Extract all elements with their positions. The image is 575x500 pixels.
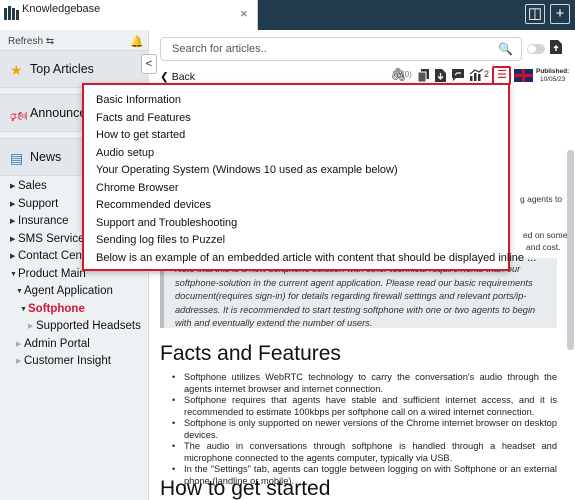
toc-item-support-and-troubleshooting[interactable]: Support and Troubleshooting: [96, 217, 237, 229]
back-link[interactable]: ❮ Back: [160, 71, 195, 83]
tree-item-admin-portal[interactable]: ▶ Admin Portal: [4, 338, 149, 356]
published-info: Published: 10/05/23: [536, 68, 569, 84]
caret-down-icon: ▼: [10, 270, 17, 278]
tree-label: Customer Insight: [24, 355, 111, 367]
toc-item-basic-information[interactable]: Basic Information: [96, 94, 181, 106]
layout-button[interactable]: ◫: [525, 4, 545, 24]
bell-icon[interactable]: 🔔: [130, 35, 144, 48]
toggle-switch[interactable]: [527, 44, 545, 54]
attachment-count: (0): [402, 70, 412, 79]
tree-label: Agent Application: [24, 285, 113, 297]
collapse-sidebar-button[interactable]: <: [141, 54, 157, 74]
partial-text-2: ed on some: [523, 230, 568, 240]
list-item: Softphone is only supported on newer ver…: [172, 418, 557, 441]
caret-right-icon: ▶: [10, 235, 16, 243]
partial-text-3: and cost.: [526, 242, 561, 252]
add-button[interactable]: +: [550, 4, 570, 24]
toc-item-operating-system[interactable]: Your Operating System (Windows 10 used a…: [96, 164, 398, 176]
list-icon: ☰: [497, 69, 507, 81]
toc-item-embedded-article[interactable]: Below is an example of an embedded artic…: [96, 252, 536, 264]
newspaper-icon: ▤: [10, 150, 24, 166]
language-flag-icon[interactable]: [514, 69, 533, 82]
partial-text-1: g agents to: [520, 194, 563, 204]
caret-right-icon: ▶: [10, 218, 16, 225]
refresh-button[interactable]: Refresh ⇆: [8, 36, 54, 47]
caret-right-icon: ▶: [10, 253, 16, 260]
caret-right-icon: ▶: [10, 200, 16, 208]
star-icon: ★: [10, 62, 23, 78]
knowledgebase-icon: [4, 6, 19, 20]
note-text: Note that this is a new softphone soluti…: [175, 264, 536, 328]
caret-right-icon: ▶: [16, 340, 22, 348]
toc-item-sending-log-files[interactable]: Sending log files to Puzzel: [96, 234, 225, 246]
tree-item-customer-insight[interactable]: ▶ Customer Insight: [4, 355, 149, 373]
tree-label: Insurance: [18, 215, 69, 227]
toc-item-chrome-browser[interactable]: Chrome Browser: [96, 182, 179, 194]
tab-knowledgebase[interactable]: Knowledgebase ×: [0, 0, 258, 30]
heading-how-to-get-started: How to get started: [160, 477, 331, 500]
caret-down-icon: ▼: [20, 305, 27, 313]
caret-right-icon: ▶: [10, 183, 16, 190]
tree-label: Admin Portal: [24, 337, 90, 350]
nav-label: News: [30, 150, 62, 164]
caret-right-icon: ▶: [16, 358, 22, 365]
comment-icon[interactable]: [452, 69, 464, 81]
published-date: 10/05/23: [539, 76, 566, 83]
toc-item-how-to-get-started[interactable]: How to get started: [96, 129, 185, 141]
tree-label: Product Main: [18, 267, 86, 280]
list-item: Softphone requires that agents have stab…: [172, 395, 557, 418]
features-list: Softphone utilizes WebRTC technology to …: [172, 372, 557, 487]
list-item: Softphone utilizes WebRTC technology to …: [172, 372, 557, 395]
tree-item-softphone[interactable]: ▼Softphone: [4, 303, 149, 321]
toc-item-audio-setup[interactable]: Audio setup: [96, 147, 154, 159]
toc-item-facts-and-features[interactable]: Facts and Features: [96, 112, 191, 124]
caret-down-icon: ▼: [16, 288, 23, 295]
published-label: Published:: [536, 68, 570, 75]
tree-item-agent-application[interactable]: ▼Agent Application: [4, 285, 149, 303]
tree-label: Supported Headsets: [36, 320, 141, 332]
stats-icon[interactable]: [470, 69, 483, 81]
export-icon[interactable]: [550, 40, 562, 54]
tree-label: SMS Services: [18, 232, 91, 245]
tree-label: Softphone: [28, 302, 85, 315]
toc-item-recommended-devices[interactable]: Recommended devices: [96, 199, 211, 211]
heading-facts-and-features: Facts and Features: [160, 342, 341, 365]
search-icon[interactable]: 🔍: [498, 42, 513, 56]
copy-icon[interactable]: [418, 69, 429, 82]
table-of-contents-popup: Basic Information Facts and Features How…: [82, 83, 536, 271]
stats-count: 2: [484, 69, 490, 79]
caret-right-icon: ▶: [28, 323, 34, 330]
top-bar: Knowledgebase × ◫ +: [0, 0, 575, 30]
tree-label: Support: [18, 197, 59, 210]
tree-item-supported-headsets[interactable]: ▶ Supported Headsets: [4, 320, 149, 338]
search-bar[interactable]: Search for articles.. 🔍: [160, 37, 522, 61]
nav-label: Top Articles: [30, 62, 94, 76]
tab-title: Knowledgebase: [22, 3, 101, 15]
download-icon[interactable]: [435, 69, 446, 82]
search-placeholder: Search for articles..: [172, 43, 267, 55]
tree-label: Sales: [18, 180, 47, 192]
list-item: The audio in conversations through softp…: [172, 441, 557, 464]
megaphone-icon: 🕬: [10, 108, 28, 124]
close-icon[interactable]: ×: [240, 6, 248, 21]
scrollbar[interactable]: [567, 150, 574, 350]
